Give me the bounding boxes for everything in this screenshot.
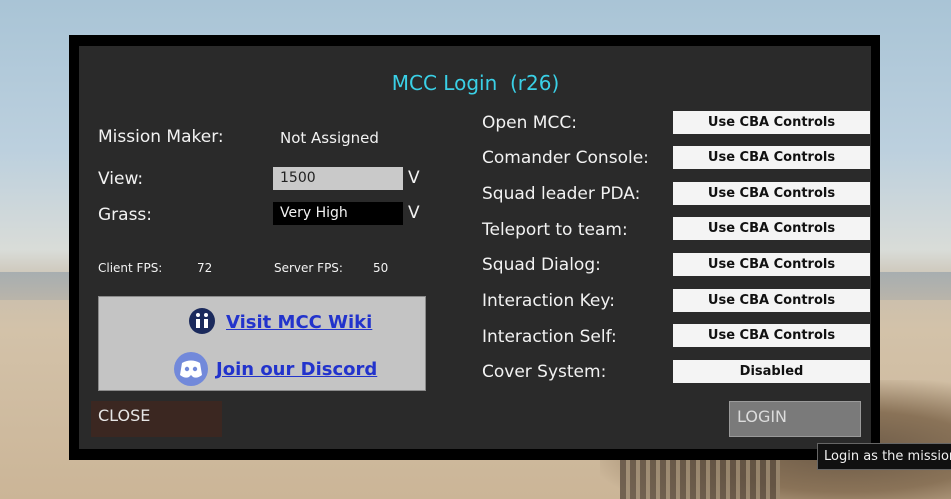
grass-quality-select[interactable]: Very High — [273, 202, 403, 225]
login-button[interactable]: LOGIN — [729, 401, 861, 437]
interaction-key-button[interactable]: Use CBA Controls — [673, 289, 870, 312]
client-fps-value: 72 — [197, 261, 213, 275]
grass-label: Grass: — [98, 205, 153, 225]
links-box: Visit MCC Wiki Join our Discord — [98, 296, 426, 391]
grass-dropdown-arrow-icon[interactable]: V — [408, 203, 420, 223]
interaction-self-label: Interaction Self: — [482, 327, 617, 347]
interaction-self-key-button[interactable]: Use CBA Controls — [673, 324, 870, 347]
view-label: View: — [98, 169, 144, 189]
join-discord-link[interactable]: Join our Discord — [216, 359, 377, 380]
cover-system-label: Cover System: — [482, 362, 607, 382]
open-mcc-key-button[interactable]: Use CBA Controls — [673, 111, 870, 134]
open-mcc-label: Open MCC: — [482, 113, 577, 133]
squad-leader-pda-label: Squad leader PDA: — [482, 184, 641, 204]
visit-wiki-link[interactable]: Visit MCC Wiki — [226, 312, 372, 333]
interaction-key-label: Interaction Key: — [482, 291, 615, 311]
commander-console-label: Comander Console: — [482, 148, 649, 168]
background-rubble — [620, 455, 780, 499]
squad-leader-pda-key-button[interactable]: Use CBA Controls — [673, 182, 870, 205]
server-fps-label: Server FPS: — [274, 261, 343, 275]
teleport-to-team-key-button[interactable]: Use CBA Controls — [673, 217, 870, 240]
view-distance-select[interactable]: 1500 — [273, 167, 403, 190]
cover-system-button[interactable]: Disabled — [673, 360, 870, 383]
squad-dialog-label: Squad Dialog: — [482, 255, 601, 275]
close-button[interactable]: CLOSE — [91, 401, 222, 437]
teleport-to-team-label: Teleport to team: — [482, 220, 628, 240]
discord-icon[interactable] — [173, 351, 209, 387]
client-fps-label: Client FPS: — [98, 261, 163, 275]
mission-maker-value: Not Assigned — [280, 129, 379, 147]
squad-dialog-key-button[interactable]: Use CBA Controls — [673, 253, 870, 276]
view-dropdown-arrow-icon[interactable]: V — [408, 168, 420, 188]
mission-maker-label: Mission Maker: — [98, 127, 224, 147]
dialog-title: MCC Login (r26) — [391, 71, 560, 95]
info-icon[interactable] — [188, 307, 216, 335]
login-tooltip: Login as the mission m — [817, 443, 951, 470]
server-fps-value: 50 — [373, 261, 389, 275]
commander-console-key-button[interactable]: Use CBA Controls — [673, 146, 870, 169]
